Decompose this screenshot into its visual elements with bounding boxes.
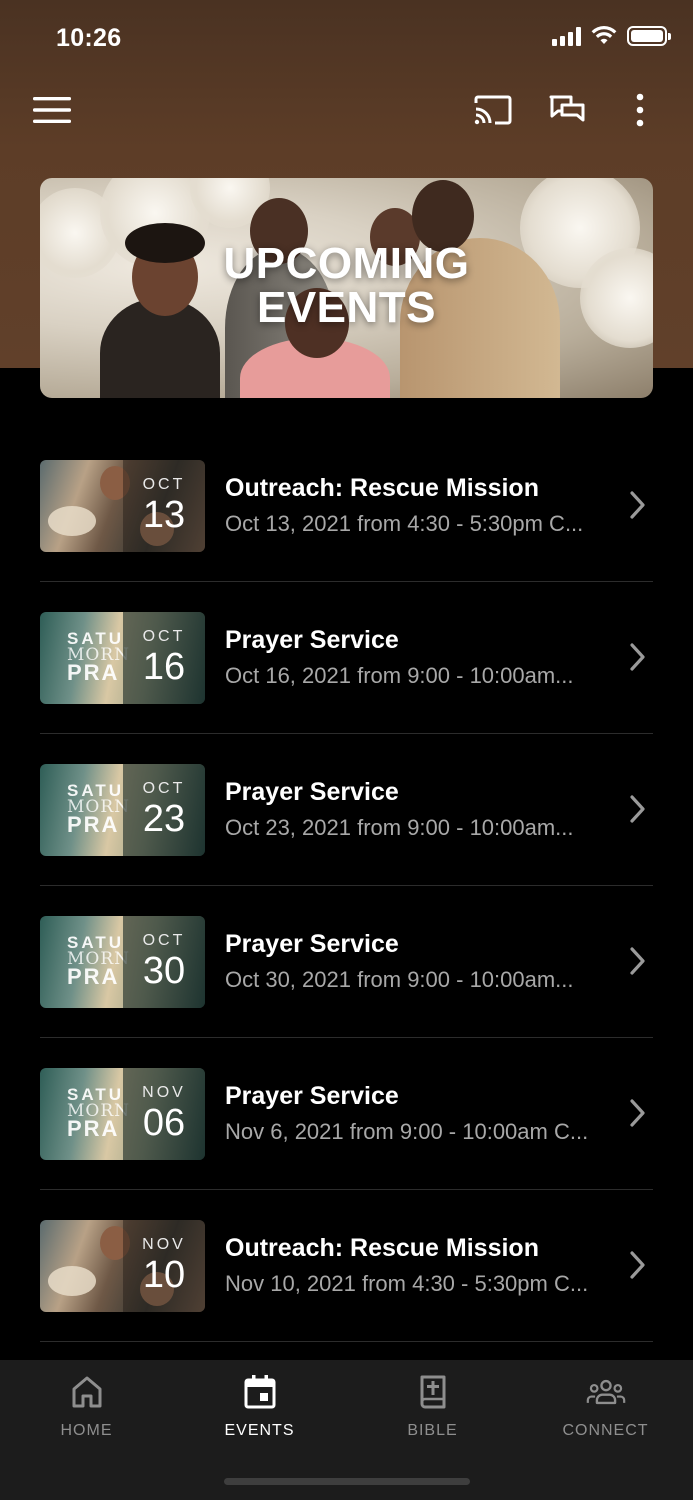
event-thumbnail: OCT 13 [40,459,205,552]
thumbnail-text: SATU MORN PRA [67,932,131,989]
event-month: OCT [142,779,186,797]
event-title: Prayer Service [225,778,399,806]
event-datetime: Oct 30, 2021 from 9:00 - 10:00am... [225,967,574,992]
event-thumbnail: SATU MORN PRA OCT 16 [40,611,205,704]
event-title: Outreach: Rescue Mission [225,1234,539,1262]
event-day: 10 [142,1253,186,1296]
event-date-badge: OCT 23 [123,763,205,856]
chevron-right-icon [630,795,645,823]
chevron-right-icon [630,491,645,519]
banner-title: UPCOMING EVENTS [223,239,470,332]
event-title: Prayer Service [225,626,399,654]
event-month: NOV [142,1235,186,1253]
status-bar: 10:26 [0,0,693,78]
event-datetime: Nov 10, 2021 from 4:30 - 5:30pm C... [225,1271,589,1296]
calendar-icon [244,1375,275,1409]
event-title: Prayer Service [225,930,399,958]
event-text: Outreach: Rescue Mission Oct 13, 2021 fro… [225,474,625,537]
event-text: Prayer Service Oct 23, 2021 from 9:00 - 1… [225,778,625,841]
event-day: 06 [142,1101,186,1144]
thumbnail-text: SATU MORN PRA [67,1084,131,1141]
event-datetime: Oct 16, 2021 from 9:00 - 10:00am... [225,663,574,688]
nav-home-label: HOME [60,1422,113,1439]
nav-bible-label: BIBLE [407,1422,458,1439]
event-datetime: Oct 23, 2021 from 9:00 - 10:00am... [225,815,574,840]
event-day: 16 [142,645,186,688]
event-month: OCT [142,475,186,493]
messages-button[interactable] [545,90,589,130]
event-month: OCT [142,931,186,949]
event-thumbnail: SATU MORN PRA OCT 30 [40,915,205,1008]
event-month: OCT [142,627,186,645]
wifi-icon [591,26,617,44]
event-date-badge: OCT 16 [123,611,205,704]
app-bar [0,78,693,142]
chevron-right-icon [630,643,645,671]
chat-icon [549,95,585,122]
cellular-signal-icon [552,26,581,46]
event-text: Outreach: Rescue Mission Nov 10, 2021 fro… [225,1234,625,1297]
event-date-badge: OCT 30 [123,915,205,1008]
nav-events[interactable]: EVENTS [173,1372,346,1440]
event-date-badge: OCT 13 [123,459,205,552]
status-time: 10:26 [56,24,122,52]
event-list-item[interactable]: SATU MORN PRA OCT 23 Prayer Service Oct 23, 20… [40,734,653,886]
event-datetime: Oct 13, 2021 from 4:30 - 5:30pm C... [225,511,584,536]
event-day: 13 [142,493,186,536]
event-list-item[interactable]: NOV 10 Outreach: Rescue Mission Nov 10, 202… [40,1190,653,1342]
event-text: Prayer Service Oct 30, 2021 from 9:00 - 1… [225,930,625,993]
event-month: NOV [142,1083,186,1101]
home-indicator[interactable] [224,1478,470,1485]
thumbnail-text: SATU MORN PRA [67,628,131,685]
nav-bible[interactable]: BIBLE [346,1372,519,1440]
event-list-item[interactable]: SATU MORN PRA OCT 16 Prayer Service Oct 16, 20… [40,582,653,734]
event-text: Prayer Service Nov 6, 2021 from 9:00 - 10… [225,1082,625,1145]
nav-events-label: EVENTS [224,1422,295,1439]
event-date-badge: NOV 06 [123,1067,205,1160]
thumbnail-text: SATU MORN PRA [67,780,131,837]
event-list-item[interactable]: SATU MORN PRA NOV 06 Prayer Service Nov 6, 202… [40,1038,653,1190]
event-date-badge: NOV 10 [123,1219,205,1312]
chevron-right-icon [630,1251,645,1279]
event-title: Outreach: Rescue Mission [225,474,539,502]
chevron-right-icon [630,947,645,975]
cast-icon [474,95,512,125]
cast-button[interactable] [470,90,516,130]
home-icon [72,1376,101,1408]
event-thumbnail: NOV 10 [40,1219,205,1312]
bottom-navigation: HOME EVENTS BIBLE CONNECT [0,1360,693,1500]
menu-icon [33,97,71,123]
event-text: Prayer Service Oct 16, 2021 from 9:00 - 1… [225,626,625,689]
nav-home[interactable]: HOME [0,1372,173,1440]
nav-connect-label: CONNECT [562,1422,649,1439]
event-thumbnail: SATU MORN PRA NOV 06 [40,1067,205,1160]
event-datetime: Nov 6, 2021 from 9:00 - 10:00am C... [225,1119,589,1144]
event-thumbnail: SATU MORN PRA OCT 23 [40,763,205,856]
nav-connect[interactable]: CONNECT [519,1372,692,1440]
event-list-item[interactable]: SATU MORN PRA OCT 30 Prayer Service Oct 30, 20… [40,886,653,1038]
event-title: Prayer Service [225,1082,399,1110]
chevron-right-icon [630,1099,645,1127]
more-vertical-icon [636,93,644,127]
battery-icon [627,26,671,46]
status-icons [552,26,671,46]
bible-icon [420,1375,445,1409]
event-list-item[interactable]: OCT 13 Outreach: Rescue Mission Oct 13, 202… [40,430,653,582]
more-options-button[interactable] [620,90,660,130]
upcoming-events-banner: UPCOMING EVENTS [40,178,653,398]
menu-button[interactable] [30,90,74,130]
event-day: 30 [142,949,186,992]
events-list: OCT 13 Outreach: Rescue Mission Oct 13, 202… [40,430,653,1342]
event-day: 23 [142,797,186,840]
people-icon [586,1379,625,1405]
